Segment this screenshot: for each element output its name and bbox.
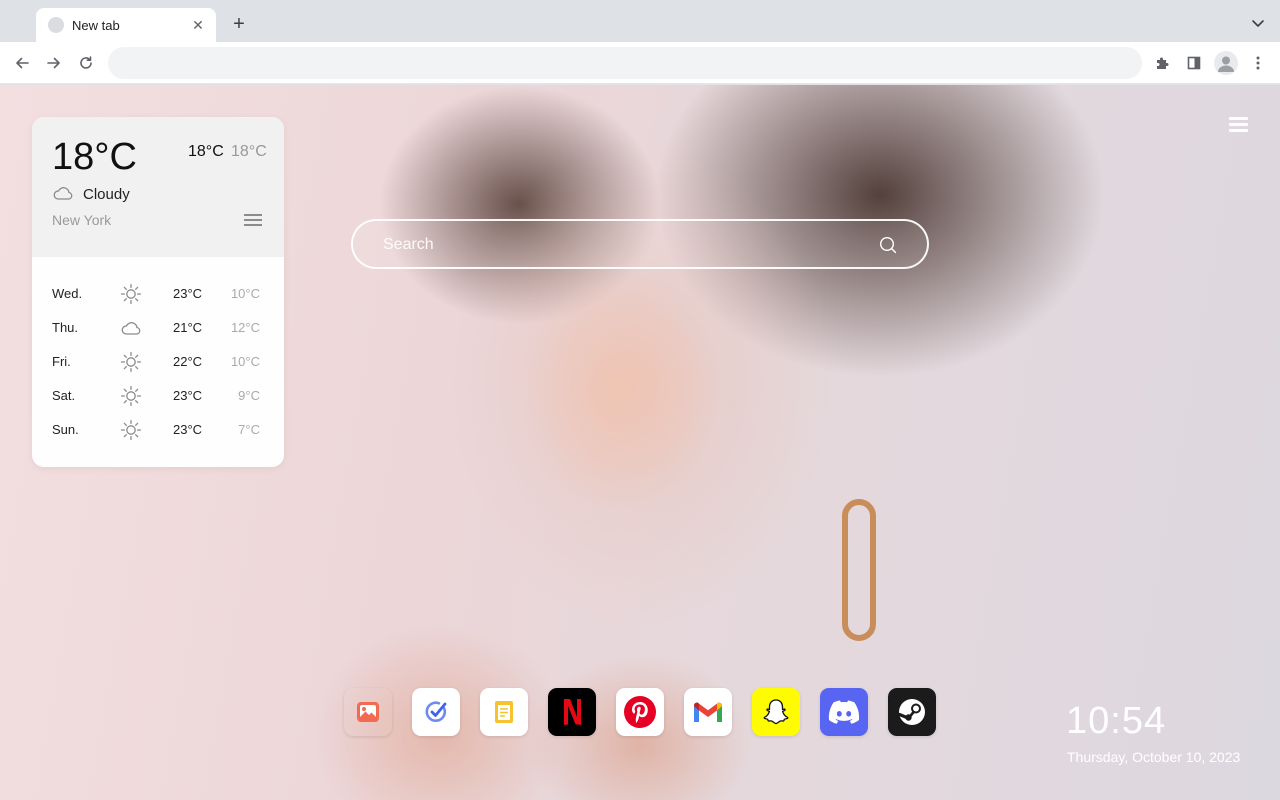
today-low: 18°C: [231, 143, 267, 160]
forecast-high: 22°C: [173, 354, 203, 369]
discord-app[interactable]: [820, 688, 868, 736]
sun-icon: [120, 385, 142, 407]
netflix-logo-icon: [564, 699, 581, 725]
tab-strip: New tab ✕ +: [0, 0, 1280, 42]
tasks-app[interactable]: [412, 688, 460, 736]
search-input[interactable]: [383, 233, 863, 257]
weather-menu-icon[interactable]: [244, 214, 262, 228]
snapchat-app[interactable]: [752, 688, 800, 736]
cloud-icon: [53, 187, 73, 200]
check-circle-icon: [425, 701, 447, 722]
notes-app[interactable]: [480, 688, 528, 736]
address-bar[interactable]: [108, 47, 1142, 79]
search-icon[interactable]: [879, 236, 897, 254]
gmail-logo-icon: [694, 702, 722, 722]
tab-close-icon[interactable]: ✕: [190, 17, 206, 33]
forward-button[interactable]: [42, 51, 66, 75]
forecast-low: 10°C: [230, 354, 260, 369]
back-button[interactable]: [10, 51, 34, 75]
tab-new-tab[interactable]: New tab ✕: [36, 8, 216, 42]
browser-menu-button[interactable]: [1246, 51, 1270, 75]
forecast-row: Wed. 23°C 10°C: [32, 277, 284, 311]
forecast-low: 12°C: [230, 320, 260, 335]
person-icon: [1218, 56, 1234, 72]
wallpaper-background: [842, 499, 876, 641]
forecast-high: 21°C: [173, 320, 203, 335]
weather-current: 18°C 18°C 18°C Cloudy New York: [32, 117, 284, 257]
forecast-row: Sat. 23°C 9°C: [32, 379, 284, 413]
forecast-day: Thu.: [52, 320, 79, 335]
forecast-row: Thu. 21°C 12°C: [32, 311, 284, 345]
sun-icon: [120, 419, 142, 441]
browser-toolbar: [0, 42, 1280, 84]
gmail-app[interactable]: [684, 688, 732, 736]
reload-icon: [80, 56, 92, 69]
profile-avatar-icon[interactable]: [1214, 51, 1238, 75]
sun-icon: [120, 283, 142, 305]
forecast-low: 7°C: [238, 422, 260, 437]
tab-title: New tab: [72, 17, 120, 33]
weather-forecast: Wed. 23°C 10°C Thu. 21°C 12°C Fri. 22°C 10°C Sat.…: [32, 277, 284, 447]
netflix-app[interactable]: [548, 688, 596, 736]
forecast-day: Fri.: [52, 354, 71, 369]
forecast-day: Wed.: [52, 286, 83, 301]
new-tab-button[interactable]: +: [228, 13, 250, 35]
forecast-row: Fri. 22°C 10°C: [32, 345, 284, 379]
forecast-high: 23°C: [173, 422, 203, 437]
snapchat-ghost-icon: [763, 699, 789, 725]
extensions-button[interactable]: [1150, 51, 1174, 75]
steam-logo-icon: [897, 699, 925, 725]
weather-condition: Cloudy: [83, 186, 130, 203]
discord-logo-icon: [828, 700, 860, 724]
tab-favicon-icon: [48, 17, 64, 33]
pinterest-app[interactable]: [616, 688, 664, 736]
forecast-high: 23°C: [173, 286, 203, 301]
sun-icon: [120, 351, 142, 373]
clock-date: Thursday, October 10, 2023: [1067, 749, 1241, 765]
kebab-menu-icon: [1256, 56, 1260, 70]
tab-search-chevron-icon[interactable]: [1250, 15, 1266, 31]
notes-icon: [495, 701, 513, 723]
steam-app[interactable]: [888, 688, 936, 736]
image-icon: [357, 702, 379, 722]
pinterest-logo-icon: [624, 696, 656, 728]
forecast-low: 9°C: [238, 388, 260, 403]
forward-arrow-icon: [47, 57, 60, 69]
page-menu-icon[interactable]: [1229, 117, 1248, 133]
side-panel-icon: [1187, 56, 1201, 70]
forecast-high: 23°C: [173, 388, 203, 403]
cloud-icon: [120, 317, 142, 339]
search-bar: [351, 219, 929, 269]
photos-app[interactable]: [344, 688, 392, 736]
side-panel-button[interactable]: [1182, 51, 1206, 75]
clock-time: 10:54: [1066, 700, 1167, 742]
forecast-row: Sun. 23°C 7°C: [32, 413, 284, 447]
forecast-low: 10°C: [230, 286, 260, 301]
weather-city: New York: [52, 212, 112, 228]
weather-widget: 18°C 18°C 18°C Cloudy New York Wed. 23°C 1…: [32, 117, 284, 467]
new-tab-page: 18°C 18°C 18°C Cloudy New York Wed. 23°C 1…: [0, 85, 1280, 800]
today-high: 18°C: [188, 143, 224, 160]
extensions-puzzle-icon: [1157, 57, 1169, 69]
back-arrow-icon: [16, 57, 29, 69]
current-temperature: 18°C: [52, 136, 137, 178]
forecast-day: Sat.: [52, 388, 76, 403]
reload-button[interactable]: [74, 51, 98, 75]
forecast-day: Sun.: [52, 422, 79, 437]
